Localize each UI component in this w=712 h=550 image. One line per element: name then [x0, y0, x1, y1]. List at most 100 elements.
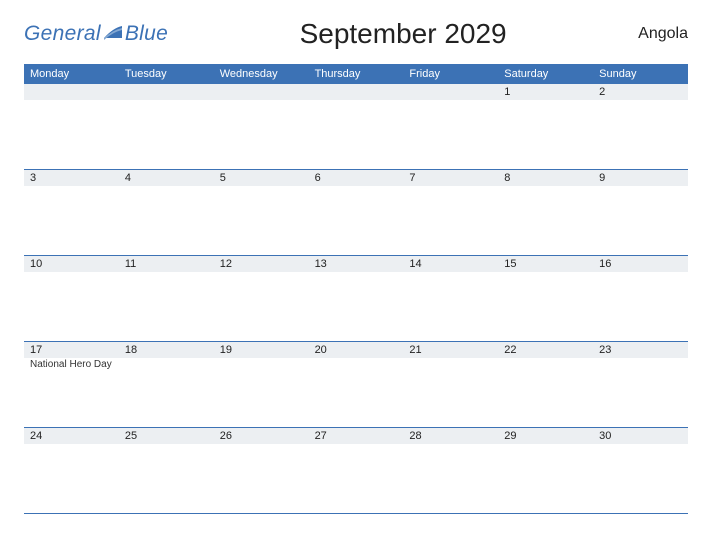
- day-cell: [403, 100, 498, 169]
- day-cell: [24, 444, 119, 513]
- day-number-strip: 17 18 19 20 21 22 23: [24, 342, 688, 358]
- day-number: 6: [309, 170, 404, 186]
- day-number-strip: 3 4 5 6 7 8 9: [24, 170, 688, 186]
- day-header-row: Monday Tuesday Wednesday Thursday Friday…: [24, 64, 688, 84]
- day-cell: [24, 272, 119, 341]
- week-row: 1 2: [24, 84, 688, 169]
- day-number: 17: [24, 342, 119, 358]
- day-number: 23: [593, 342, 688, 358]
- day-cell: [403, 272, 498, 341]
- day-cell: [403, 444, 498, 513]
- day-body-strip: [24, 444, 688, 513]
- logo-text-general: General: [24, 22, 101, 46]
- day-cell: [214, 358, 309, 427]
- day-cell: [593, 358, 688, 427]
- day-number: 30: [593, 428, 688, 444]
- day-number: 9: [593, 170, 688, 186]
- day-cell: [214, 444, 309, 513]
- logo-text-blue: Blue: [125, 22, 168, 46]
- day-number: 21: [403, 342, 498, 358]
- day-number: 5: [214, 170, 309, 186]
- day-cell: [119, 100, 214, 169]
- day-number: 22: [498, 342, 593, 358]
- day-body-strip: [24, 100, 688, 169]
- week-row: 3 4 5 6 7 8 9: [24, 169, 688, 255]
- day-header: Tuesday: [119, 64, 214, 84]
- logo: General Blue: [24, 22, 168, 46]
- day-number: 11: [119, 256, 214, 272]
- day-cell: [24, 186, 119, 255]
- day-number: [309, 84, 404, 100]
- day-number: 1: [498, 84, 593, 100]
- day-body-strip: [24, 186, 688, 255]
- calendar-title: September 2029: [300, 18, 507, 50]
- day-number: [403, 84, 498, 100]
- day-cell: [214, 186, 309, 255]
- day-cell: [593, 444, 688, 513]
- day-number: 7: [403, 170, 498, 186]
- week-row: 24 25 26 27 28 29 30: [24, 427, 688, 514]
- week-row: 10 11 12 13 14 15 16: [24, 255, 688, 341]
- day-number: 20: [309, 342, 404, 358]
- day-cell: [593, 186, 688, 255]
- day-cell: [24, 100, 119, 169]
- day-header: Saturday: [498, 64, 593, 84]
- day-cell: [498, 444, 593, 513]
- day-cell: [309, 186, 404, 255]
- calendar-header: General Blue September 2029 Angola: [24, 18, 688, 50]
- day-cell: [593, 100, 688, 169]
- day-number: 18: [119, 342, 214, 358]
- week-row: 17 18 19 20 21 22 23 National Hero Day: [24, 341, 688, 427]
- day-cell: National Hero Day: [24, 358, 119, 427]
- calendar-region: Angola: [638, 25, 688, 43]
- day-number: 3: [24, 170, 119, 186]
- day-number-strip: 1 2: [24, 84, 688, 100]
- day-body-strip: National Hero Day: [24, 358, 688, 427]
- day-cell: [119, 272, 214, 341]
- day-cell: [309, 272, 404, 341]
- day-cell: [214, 272, 309, 341]
- day-number-strip: 24 25 26 27 28 29 30: [24, 428, 688, 444]
- day-number: 8: [498, 170, 593, 186]
- day-header: Wednesday: [214, 64, 309, 84]
- day-cell: [498, 186, 593, 255]
- calendar-grid: Monday Tuesday Wednesday Thursday Friday…: [24, 64, 688, 514]
- day-number: 2: [593, 84, 688, 100]
- day-header: Monday: [24, 64, 119, 84]
- day-cell: [593, 272, 688, 341]
- day-number: 29: [498, 428, 593, 444]
- day-header: Sunday: [593, 64, 688, 84]
- day-number: 14: [403, 256, 498, 272]
- logo-swoosh-icon: [103, 24, 123, 44]
- day-cell: [403, 358, 498, 427]
- day-number: 24: [24, 428, 119, 444]
- day-number: [24, 84, 119, 100]
- day-number: [119, 84, 214, 100]
- day-cell: [119, 186, 214, 255]
- day-number-strip: 10 11 12 13 14 15 16: [24, 256, 688, 272]
- day-number: [214, 84, 309, 100]
- day-cell: [309, 444, 404, 513]
- day-cell: [309, 100, 404, 169]
- day-cell: [214, 100, 309, 169]
- day-number: 4: [119, 170, 214, 186]
- day-number: 27: [309, 428, 404, 444]
- day-cell: [498, 272, 593, 341]
- day-cell: [498, 100, 593, 169]
- day-number: 10: [24, 256, 119, 272]
- day-cell: [403, 186, 498, 255]
- day-number: 13: [309, 256, 404, 272]
- day-header: Thursday: [309, 64, 404, 84]
- day-cell: [119, 358, 214, 427]
- day-number: 16: [593, 256, 688, 272]
- day-cell: [498, 358, 593, 427]
- day-cell: [309, 358, 404, 427]
- day-number: 25: [119, 428, 214, 444]
- day-cell: [119, 444, 214, 513]
- day-number: 19: [214, 342, 309, 358]
- day-header: Friday: [403, 64, 498, 84]
- day-number: 12: [214, 256, 309, 272]
- day-number: 26: [214, 428, 309, 444]
- day-body-strip: [24, 272, 688, 341]
- day-number: 28: [403, 428, 498, 444]
